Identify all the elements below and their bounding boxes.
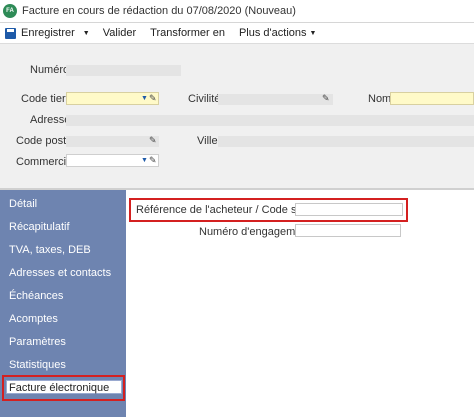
ville-field[interactable] (218, 136, 474, 147)
window-title: Facture en cours de rédaction du 07/08/2… (22, 5, 296, 17)
code-tiers-label: Code tiers (21, 93, 72, 105)
pencil-icon[interactable]: ✎ (149, 135, 157, 146)
sidebar-item-statistiques[interactable]: Statistiques (9, 359, 66, 371)
sidebar-item-adresses[interactable]: Adresses et contacts (9, 267, 111, 279)
pencil-icon[interactable]: ✎ (149, 155, 157, 166)
numero-engagement-label: Numéro d'engagement (199, 226, 311, 238)
transform-button[interactable]: Transformer en (150, 27, 225, 39)
validate-button[interactable]: Valider (103, 27, 136, 39)
sidebar-item-tva[interactable]: TVA, taxes, DEB (9, 244, 91, 256)
nom-label: Nom (368, 93, 392, 105)
ref-acheteur-input[interactable] (295, 203, 403, 216)
sidebar-item-parametres[interactable]: Paramètres (9, 336, 66, 348)
chevron-down-icon[interactable]: ▼ (83, 30, 90, 37)
sidebar-item-echeances[interactable]: Échéances (9, 290, 63, 302)
civilite-field[interactable] (218, 94, 333, 105)
adresse-label: Adresse (30, 114, 71, 126)
more-actions-button[interactable]: Plus d'actions ▼ (239, 27, 316, 39)
title-bar: FA Facture en cours de rédaction du 07/0… (0, 0, 474, 23)
sidebar-item-detail[interactable]: Détail (9, 198, 37, 210)
app-badge-icon: FA (3, 4, 17, 18)
pencil-icon[interactable]: ✎ (322, 93, 330, 104)
sidebar-item-acomptes[interactable]: Acomptes (9, 313, 58, 325)
numero-label: Numéro (30, 64, 70, 76)
chevron-down-icon[interactable]: ▼ (141, 157, 148, 164)
save-button[interactable]: Enregistrer ▼ (0, 27, 90, 39)
numero-engagement-input[interactable] (295, 224, 401, 237)
ville-label: Ville (197, 135, 218, 147)
chevron-down-icon[interactable]: ▼ (141, 95, 148, 102)
civilite-label: Civilité (188, 93, 221, 105)
numero-field (66, 65, 181, 76)
code-postal-field[interactable] (66, 136, 159, 147)
transform-button-label: Transformer en (150, 27, 225, 39)
highlight-box-sidebar (2, 375, 125, 401)
toolbar: Enregistrer ▼ Valider Transformer en Plu… (0, 23, 474, 43)
more-actions-label: Plus d'actions (238, 27, 307, 39)
invoice-header-form: Numéro Code tiers ▼ ✎ Civilité ✎ Nom Adr… (0, 43, 474, 188)
save-button-label: Enregistrer (21, 27, 75, 39)
sidebar-item-recapitulatif[interactable]: Récapitulatif (9, 221, 70, 233)
pencil-icon[interactable]: ✎ (149, 93, 157, 104)
floppy-disk-icon (5, 27, 16, 39)
validate-button-label: Valider (102, 27, 137, 39)
adresse-field[interactable] (66, 115, 474, 126)
nom-field[interactable] (390, 92, 474, 105)
chevron-down-icon: ▼ (309, 29, 317, 37)
